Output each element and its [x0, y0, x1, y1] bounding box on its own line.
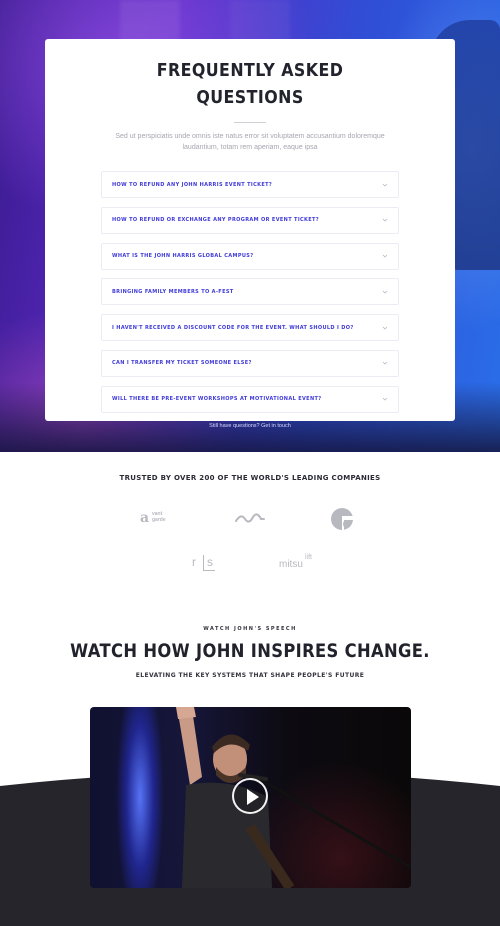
- faq-list: How to refund any John Harris event tick…: [101, 171, 399, 413]
- speech-video[interactable]: [90, 707, 411, 888]
- faq-question: Will there be pre-event workshops at mot…: [112, 396, 322, 403]
- mitsulift-logo: mitsu lift: [279, 554, 319, 572]
- wave-logo: [234, 510, 266, 526]
- play-button[interactable]: [232, 778, 268, 814]
- chevron-down-icon: [382, 396, 388, 402]
- mitsulift-logo-text-2: lift: [305, 554, 312, 561]
- avant-garde-logo-text: vant garde: [152, 511, 166, 523]
- watch-title: Watch how John inspires change.: [70, 640, 430, 662]
- still-have-questions: Still have questions? Get in touch: [0, 423, 500, 429]
- faq-item[interactable]: Will there be pre-event workshops at mot…: [101, 385, 399, 413]
- rs-logo: r s: [192, 554, 218, 572]
- rs-logo-bar: [203, 555, 204, 570]
- rs-logo-s: s: [207, 555, 215, 569]
- chevron-down-icon: [382, 360, 388, 366]
- faq-item[interactable]: How to refund or exchange any program or…: [101, 206, 399, 234]
- faq-item[interactable]: What is the John Harris Global Campus?: [101, 242, 399, 270]
- faq-question: I haven't received a discount code for t…: [112, 324, 354, 331]
- chevron-down-icon: [382, 182, 388, 188]
- avant-garde-logo-line-2: garde: [152, 517, 166, 523]
- faq-subtitle: Sed ut perspiciatis unde omnis iste natu…: [115, 133, 385, 151]
- faq-question: How to refund or exchange any program or…: [112, 217, 320, 224]
- avant-garde-logo-a: a: [140, 510, 150, 526]
- faq-question: Can I transfer my ticket someone else?: [112, 360, 252, 367]
- faq-question: How to refund any John Harris event tick…: [112, 181, 273, 188]
- faq-title-line-1: FREQUENTLY ASKED: [156, 60, 344, 81]
- faq-question: Bringing family members to A-Fest: [112, 288, 234, 295]
- trusted-heading: Trusted by over 200 of the world's leadi…: [119, 474, 381, 482]
- faq-item[interactable]: I haven't received a discount code for t…: [101, 314, 399, 342]
- mitsulift-logo-text-1: mitsu: [279, 559, 303, 570]
- watch-subtitle: Elevating the key systems that shape peo…: [135, 672, 365, 679]
- play-icon: [247, 789, 259, 805]
- chevron-down-icon: [382, 217, 388, 223]
- e-logo: [330, 507, 354, 531]
- chevron-down-icon: [382, 253, 388, 259]
- rs-logo-line: [203, 570, 215, 571]
- faq-item[interactable]: Bringing family members to A-Fest: [101, 278, 399, 306]
- faq-title: FREQUENTLY ASKED QUESTIONS: [70, 57, 431, 111]
- chevron-down-icon: [382, 325, 388, 331]
- watch-kicker: Watch John's Speech: [203, 626, 297, 632]
- faq-item[interactable]: Can I transfer my ticket someone else?: [101, 349, 399, 377]
- rs-logo-r: r: [192, 555, 198, 569]
- faq-question: What is the John Harris Global Campus?: [112, 253, 254, 260]
- faq-title-line-2: QUESTIONS: [196, 87, 304, 108]
- still-have-questions-text: Still have questions?: [209, 423, 260, 429]
- chevron-down-icon: [382, 289, 388, 295]
- title-divider: [234, 122, 266, 123]
- faq-item[interactable]: How to refund any John Harris event tick…: [101, 171, 399, 198]
- avant-garde-logo: a vant garde: [140, 508, 176, 528]
- get-in-touch-link[interactable]: Get in touch: [261, 423, 291, 429]
- faq-card: FREQUENTLY ASKED QUESTIONS Sed ut perspi…: [45, 39, 455, 421]
